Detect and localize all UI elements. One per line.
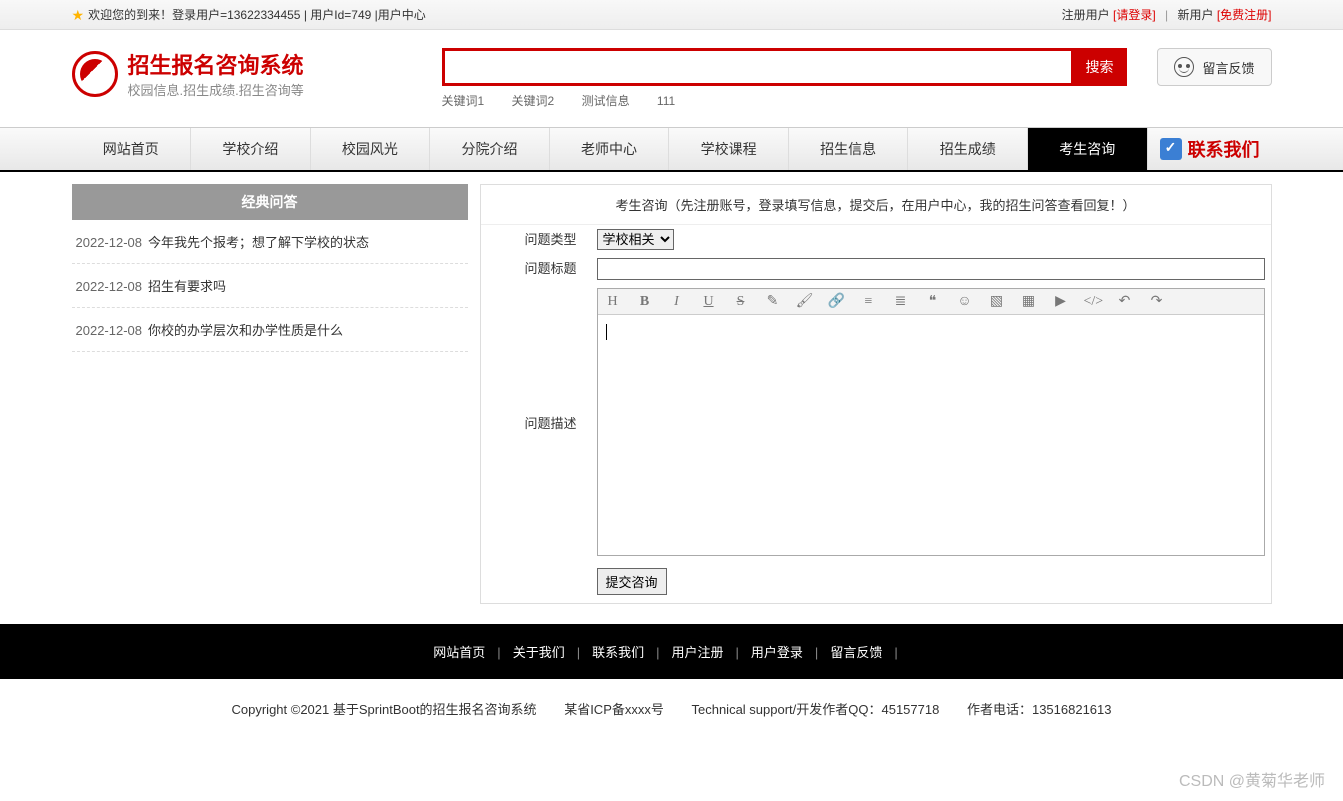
keyword-link[interactable]: 111 <box>657 94 675 108</box>
consult-headline: 考生咨询（先注册账号，登录填写信息，提交后，在用户中心，我的招生问答查看回复！） <box>481 185 1271 225</box>
footer-info: Copyright ©2021 基于SprintBoot的招生报名咨询系统 某省… <box>0 679 1343 738</box>
phone: 作者电话：13516821613 <box>967 702 1112 717</box>
logo-block[interactable]: 招生报名咨询系统 校园信息.招生成绩.招生咨询等 <box>72 48 412 99</box>
site-title: 招生报名咨询系统 <box>128 48 304 80</box>
qa-date: 2022-12-08 <box>76 323 143 338</box>
align-icon[interactable]: ≣ <box>892 293 910 310</box>
separator: | <box>1165 8 1168 22</box>
register-user-label: 注册用户 <box>1062 8 1110 22</box>
nav-item[interactable]: 老师中心 <box>550 128 670 170</box>
watermark: CSDN @黄菊华老师 <box>1179 767 1325 791</box>
type-select[interactable]: 学校相关 <box>597 229 674 250</box>
main-nav: 网站首页学校介绍校园风光分院介绍老师中心学校课程招生信息招生成绩考生咨询 联系我们 <box>0 127 1343 172</box>
keyword-row: 关键词1 关键词2 测试信息 111 <box>442 92 1128 109</box>
nav-item[interactable]: 校园风光 <box>311 128 431 170</box>
consult-panel: 考生咨询（先注册账号，登录填写信息，提交后，在用户中心，我的招生问答查看回复！）… <box>480 184 1272 604</box>
list-icon[interactable]: ≡ <box>860 294 878 310</box>
search-block: 搜索 关键词1 关键词2 测试信息 111 <box>442 48 1128 109</box>
icp: 某省ICP备xxxx号 <box>564 702 664 717</box>
type-label: 问题类型 <box>481 225 591 254</box>
title-label: 问题标题 <box>481 254 591 284</box>
nav-item[interactable]: 招生成绩 <box>908 128 1028 170</box>
title-input[interactable] <box>597 258 1265 280</box>
welcome-text: 欢迎您的到来！登录用户=13622334455 | 用户Id=749 | <box>88 0 378 30</box>
keyword-link[interactable]: 关键词1 <box>442 94 485 108</box>
video-icon[interactable]: ▶ <box>1052 293 1070 310</box>
qa-title: 今年我先个报考；想了解下学校的状态 <box>148 235 369 250</box>
rich-editor: H B I U S ✎ 🖌 🔗 ≡ ≣ ❝ <box>597 288 1265 556</box>
feedback-label: 留言反馈 <box>1202 58 1254 77</box>
eraser-icon[interactable]: ✎ <box>764 293 782 310</box>
login-link[interactable]: [请登录] <box>1113 8 1156 22</box>
footer-link[interactable]: 用户注册 <box>672 645 724 660</box>
qa-item[interactable]: 2022-12-08 今年我先个报考；想了解下学校的状态 <box>72 220 468 264</box>
nav-contact[interactable]: 联系我们 <box>1148 128 1272 170</box>
code-icon[interactable]: </> <box>1084 294 1102 310</box>
qa-item[interactable]: 2022-12-08 招生有要求吗 <box>72 264 468 308</box>
separator: | <box>577 645 580 660</box>
link-icon[interactable]: 🔗 <box>828 293 846 310</box>
free-register-link[interactable]: [免费注册] <box>1217 8 1272 22</box>
footer-link[interactable]: 关于我们 <box>513 645 565 660</box>
footer-nav: 网站首页 | 关于我们 | 联系我们 | 用户注册 | 用户登录 | 留言反馈 | <box>0 624 1343 679</box>
qa-item[interactable]: 2022-12-08 你校的办学层次和办学性质是什么 <box>72 308 468 352</box>
footer-link[interactable]: 用户登录 <box>751 645 803 660</box>
bold-icon[interactable]: B <box>636 294 654 310</box>
nav-item[interactable]: 分院介绍 <box>430 128 550 170</box>
qa-title: 招生有要求吗 <box>148 279 226 294</box>
site-subtitle: 校园信息.招生成绩.招生咨询等 <box>128 80 304 99</box>
redo-icon[interactable]: ↷ <box>1148 293 1166 310</box>
underline-icon[interactable]: U <box>700 294 718 310</box>
keyword-link[interactable]: 测试信息 <box>582 94 630 108</box>
face-icon <box>1174 57 1194 77</box>
separator: | <box>736 645 739 660</box>
keyword-link[interactable]: 关键词2 <box>512 94 555 108</box>
search-input[interactable] <box>442 48 1072 86</box>
user-center-link[interactable]: 用户中心 <box>378 0 426 30</box>
nav-item[interactable]: 考生咨询 <box>1028 128 1148 170</box>
header: 招生报名咨询系统 校园信息.招生成绩.招生咨询等 搜索 关键词1 关键词2 测试… <box>0 30 1343 117</box>
star-icon: ★ <box>72 0 85 30</box>
qa-title: 你校的办学层次和办学性质是什么 <box>148 323 343 338</box>
brush-icon[interactable]: 🖌 <box>796 293 814 310</box>
footer-link[interactable]: 网站首页 <box>433 645 485 660</box>
top-bar: ★ 欢迎您的到来！登录用户=13622334455 | 用户Id=749 | 用… <box>0 0 1343 30</box>
contact-label: 联系我们 <box>1188 136 1260 162</box>
check-icon <box>1160 138 1182 160</box>
separator: | <box>656 645 659 660</box>
nav-item[interactable]: 学校介绍 <box>191 128 311 170</box>
strike-icon[interactable]: S <box>732 294 750 310</box>
search-button[interactable]: 搜索 <box>1071 48 1127 86</box>
desc-label: 问题描述 <box>481 284 591 560</box>
footer-link[interactable]: 联系我们 <box>592 645 644 660</box>
nav-item[interactable]: 学校课程 <box>669 128 789 170</box>
logo-icon <box>72 51 118 97</box>
sidebar-title: 经典问答 <box>72 184 468 220</box>
separator: | <box>815 645 818 660</box>
table-icon[interactable]: ▦ <box>1020 293 1038 310</box>
quote-icon[interactable]: ❝ <box>924 293 942 310</box>
separator: | <box>497 645 500 660</box>
qa-date: 2022-12-08 <box>76 279 143 294</box>
undo-icon[interactable]: ↶ <box>1116 293 1134 310</box>
new-user-label: 新用户 <box>1177 8 1213 22</box>
footer-link[interactable]: 留言反馈 <box>830 645 882 660</box>
support: Technical support/开发作者QQ：45157718 <box>691 702 939 717</box>
separator: | <box>894 645 897 660</box>
main-content: 经典问答 2022-12-08今年我先个报考；想了解下学校的状态2022-12-… <box>0 172 1343 624</box>
editor-textarea[interactable] <box>598 315 1264 555</box>
image-icon[interactable]: ▧ <box>988 293 1006 310</box>
qa-date: 2022-12-08 <box>76 235 143 250</box>
feedback-button[interactable]: 留言反馈 <box>1157 48 1271 86</box>
heading-icon[interactable]: H <box>604 294 622 310</box>
submit-button[interactable]: 提交咨询 <box>597 568 667 595</box>
emoji-icon[interactable]: ☺ <box>956 294 974 310</box>
nav-item[interactable]: 网站首页 <box>72 128 192 170</box>
sidebar: 经典问答 2022-12-08今年我先个报考；想了解下学校的状态2022-12-… <box>72 184 468 352</box>
nav-item[interactable]: 招生信息 <box>789 128 909 170</box>
italic-icon[interactable]: I <box>668 294 686 310</box>
copyright: Copyright ©2021 基于SprintBoot的招生报名咨询系统 <box>232 702 537 717</box>
editor-toolbar: H B I U S ✎ 🖌 🔗 ≡ ≣ ❝ <box>598 289 1264 315</box>
